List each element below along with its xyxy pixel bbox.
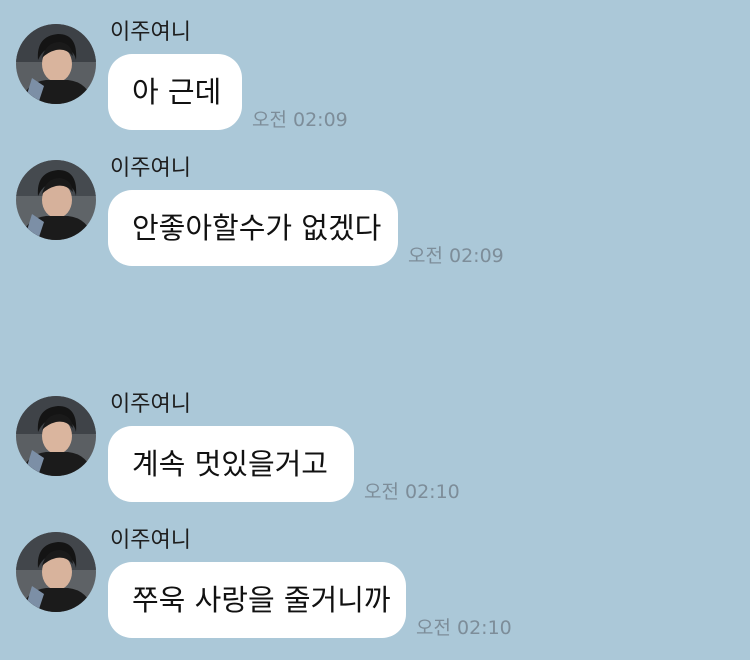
profile-avatar[interactable]: [16, 24, 96, 104]
profile-avatar[interactable]: [16, 532, 96, 612]
profile-avatar[interactable]: [16, 396, 96, 476]
sender-name: 이주여니: [110, 528, 191, 553]
message-bubble[interactable]: 계속 멋있을거고: [108, 426, 354, 502]
message-bubble[interactable]: 아 근데: [108, 54, 242, 130]
message-time: 오전 02:10: [364, 481, 460, 503]
sender-name: 이주여니: [110, 20, 191, 45]
message-item: 이주여니 계속 멋있을거고 오전 02:10: [0, 372, 750, 503]
profile-avatar[interactable]: [16, 160, 96, 240]
message-bubble[interactable]: 쭈욱 사랑을 줄거니까: [108, 562, 406, 638]
message-time: 오전 02:09: [252, 109, 348, 131]
sender-name: 이주여니: [110, 156, 191, 181]
chat-room: 이주여니 아 근데 오전 02:09 이주여니 안좋아할수가 없겠다 오전 02…: [0, 0, 750, 660]
message-item: 이주여니 안좋아할수가 없겠다 오전 02:09: [0, 136, 750, 267]
sender-name: 이주여니: [110, 392, 191, 417]
message-time: 오전 02:09: [408, 245, 504, 267]
message-item: 이주여니 쭈욱 사랑을 줄거니까 오전 02:10: [0, 508, 750, 639]
message-bubble[interactable]: 안좋아할수가 없겠다: [108, 190, 398, 266]
message-item: 이주여니 아 근데 오전 02:09: [0, 0, 750, 131]
message-time: 오전 02:10: [416, 617, 512, 639]
